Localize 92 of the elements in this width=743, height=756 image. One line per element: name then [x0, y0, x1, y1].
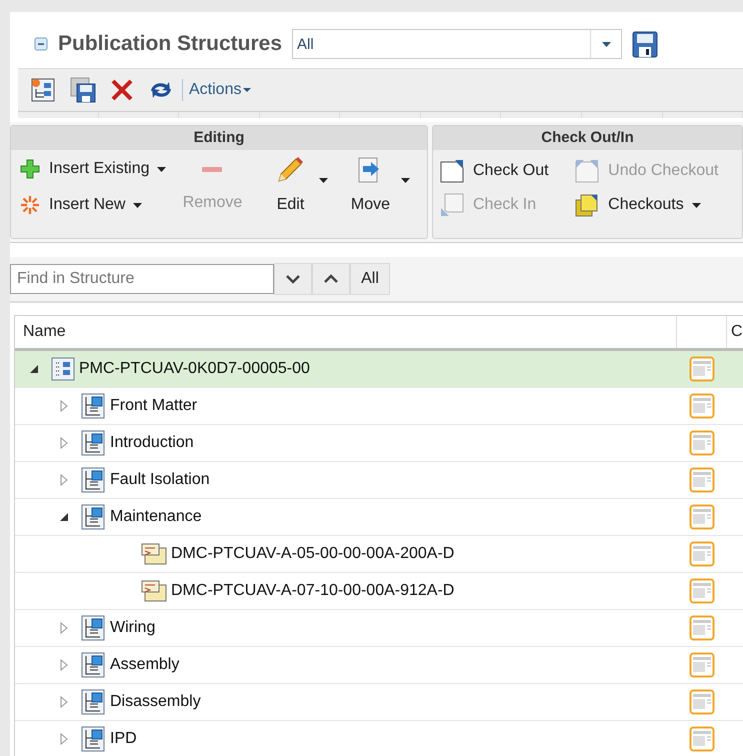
- actions-menu[interactable]: Actions: [189, 81, 252, 99]
- tree-row[interactable]: Wiring: [15, 610, 743, 647]
- save-icon[interactable]: [70, 77, 96, 103]
- caret-icon: [602, 42, 611, 46]
- expand-arrow-icon[interactable]: [59, 733, 69, 745]
- collapse-icon[interactable]: [34, 37, 48, 51]
- view-icon[interactable]: [689, 726, 715, 752]
- tree-row[interactable]: Introduction: [15, 425, 743, 462]
- edit-button[interactable]: Edit: [254, 154, 326, 232]
- delete-icon[interactable]: [110, 78, 134, 102]
- find-next-button[interactable]: [274, 263, 312, 295]
- view-icon[interactable]: [689, 467, 715, 493]
- insert-existing-button[interactable]: Insert Existing: [15, 154, 170, 184]
- expand-arrow-icon[interactable]: [59, 400, 69, 412]
- view-icon[interactable]: [689, 652, 715, 678]
- tree-item-label: DMC-PTCUAV-A-05-00-00-00A-200A-D: [171, 545, 454, 563]
- column-header[interactable]: C: [727, 316, 743, 348]
- view-icon[interactable]: [689, 504, 715, 530]
- tree-item-label: IPD: [110, 730, 137, 748]
- section-icon: [81, 726, 106, 752]
- chevron-up-icon: [323, 274, 339, 284]
- column-header[interactable]: Name: [15, 316, 677, 348]
- view-icon[interactable]: [689, 541, 715, 567]
- expand-arrow-icon[interactable]: [59, 659, 69, 671]
- section-icon: [81, 615, 106, 641]
- save-icon[interactable]: [632, 30, 658, 58]
- caret-icon: [243, 88, 252, 92]
- new-structure-icon[interactable]: [30, 77, 56, 103]
- group-title: Check Out/In: [433, 126, 742, 150]
- tree-row[interactable]: Disassembly: [15, 684, 743, 721]
- section-icon: [81, 430, 106, 456]
- tree-row[interactable]: PMC-PTCUAV-0K0D7-00005-00: [15, 351, 743, 388]
- page-icon: [439, 192, 465, 218]
- expand-arrow-icon[interactable]: [59, 696, 69, 708]
- page-icon: [439, 158, 465, 184]
- expand-arrow-icon[interactable]: [59, 474, 69, 486]
- document-icon: [141, 543, 167, 565]
- section-icon: [81, 504, 106, 530]
- checkouts-button[interactable]: Checkouts: [570, 190, 740, 220]
- tree-row[interactable]: DMC-PTCUAV-A-07-10-00-00A-912A-D: [15, 573, 743, 610]
- pencil-icon: [276, 156, 304, 184]
- tree-row[interactable]: Front Matter: [15, 388, 743, 425]
- group-title: Editing: [11, 126, 427, 150]
- tree-item-label: Introduction: [110, 434, 194, 452]
- tree-item-label: PMC-PTCUAV-0K0D7-00005-00: [79, 360, 310, 378]
- tree-item-label: Front Matter: [110, 397, 198, 415]
- section-icon: [81, 467, 106, 493]
- collapse-arrow-icon[interactable]: [59, 512, 69, 522]
- find-all-button[interactable]: All: [350, 263, 390, 295]
- move-button[interactable]: Move: [332, 154, 408, 232]
- caret-icon: [319, 178, 328, 183]
- view-icon[interactable]: [689, 689, 715, 715]
- page-icon: [574, 158, 600, 184]
- view-icon[interactable]: [689, 578, 715, 604]
- caret-icon: [692, 202, 701, 208]
- insert-new-button[interactable]: Insert New: [15, 190, 170, 220]
- check-out-button[interactable]: Check Out: [435, 156, 570, 186]
- tree-item-label: DMC-PTCUAV-A-07-10-00-00A-912A-D: [171, 582, 454, 600]
- view-icon[interactable]: [689, 615, 715, 641]
- chevron-down-icon: [285, 274, 301, 284]
- find-field[interactable]: Find in Structure: [10, 264, 274, 294]
- tree-row[interactable]: Assembly: [15, 647, 743, 684]
- find-previous-button[interactable]: [312, 263, 350, 295]
- expand-arrow-icon[interactable]: [59, 437, 69, 449]
- tree-row[interactable]: DMC-PTCUAV-A-05-00-00-00A-200A-D: [15, 536, 743, 573]
- tree-row[interactable]: IPD: [15, 721, 743, 756]
- view-icon[interactable]: [689, 393, 715, 419]
- document-icon: [141, 580, 167, 602]
- starburst-icon: [19, 194, 41, 216]
- tree-item-label: Disassembly: [110, 693, 201, 711]
- section-icon: [81, 689, 106, 715]
- minus-icon: [202, 167, 222, 172]
- structure-icon: [51, 357, 75, 381]
- collapse-arrow-icon[interactable]: [29, 364, 39, 374]
- tree-item-label: Fault Isolation: [110, 471, 210, 489]
- caret-icon: [401, 178, 410, 183]
- tree-item-label: Assembly: [110, 656, 180, 674]
- tree-item-label: Wiring: [110, 619, 156, 637]
- view-icon[interactable]: [689, 356, 715, 382]
- plus-icon: [19, 158, 41, 180]
- caret-icon: [133, 202, 142, 208]
- section-icon: [81, 393, 106, 419]
- caret-icon: [157, 166, 166, 172]
- filter-dropdown[interactable]: All: [292, 29, 622, 59]
- tree-row[interactable]: Fault Isolation: [15, 462, 743, 499]
- expand-arrow-icon[interactable]: [59, 622, 69, 634]
- panel-title: Publication Structures: [58, 32, 282, 56]
- tree-row[interactable]: Maintenance: [15, 499, 743, 536]
- view-icon[interactable]: [689, 430, 715, 456]
- stacked-pages-icon: [574, 192, 600, 218]
- section-icon: [81, 652, 106, 678]
- tree-item-label: Maintenance: [110, 508, 202, 526]
